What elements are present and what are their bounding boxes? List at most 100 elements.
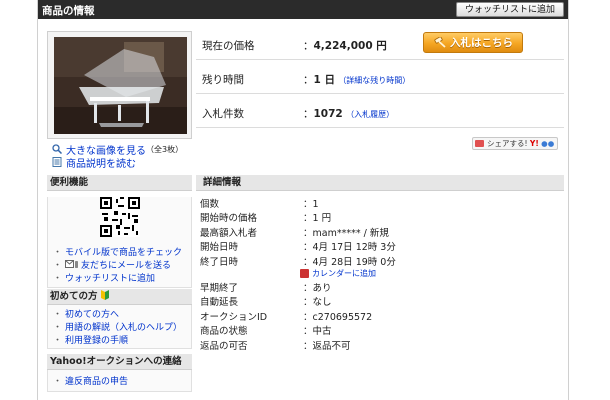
time-detail-link[interactable]: （詳細な残り時間） bbox=[338, 76, 410, 85]
detail-key: 開始日時 bbox=[200, 242, 239, 254]
contact-section: Yahoo!オークションへの連絡 ・ 違反商品の申告 bbox=[47, 354, 192, 392]
time-left-value-wrap: ：1 日 （詳細な残り時間） bbox=[303, 74, 411, 86]
price-value: 4,224,000 円 bbox=[313, 40, 387, 52]
detail-value: なし bbox=[312, 297, 332, 309]
sidebar-item-mail-friend[interactable]: ・ 友だちにメールを送る bbox=[48, 258, 191, 271]
detail-value-wrap: ：返品不可 bbox=[303, 340, 351, 352]
detail-key: 早期終了 bbox=[200, 282, 239, 294]
detail-value-wrap: ：1 円 bbox=[303, 213, 332, 225]
bullet-icon: ・ bbox=[53, 323, 63, 333]
detail-value: 1 bbox=[312, 199, 319, 210]
auction-item-panel: 商品の情報 ウォッチリストに追加 大きな画像を見る （全3枚） 商品説明を読む … bbox=[37, 0, 569, 400]
bullet-icon: ・ bbox=[53, 336, 63, 346]
calendar-icon bbox=[300, 268, 309, 278]
document-icon bbox=[52, 157, 63, 167]
description-link-row[interactable]: 商品説明を読む bbox=[52, 155, 183, 170]
contact-title: Yahoo!オークションへの連絡 bbox=[47, 354, 192, 370]
panel-title: 商品の情報 bbox=[42, 5, 95, 17]
bullet-icon: ・ bbox=[53, 310, 63, 320]
sidebar-item-label[interactable]: 利用登録の手順 bbox=[65, 333, 128, 346]
add-to-watchlist-button[interactable]: ウォッチリストに追加 bbox=[455, 2, 564, 17]
detail-row-quantity: 個数 ：1 bbox=[200, 196, 560, 210]
price-value-wrap: ：4,224,000 円 bbox=[303, 40, 387, 52]
detail-row-condition: 商品の状態 ：中古 bbox=[200, 323, 560, 337]
detail-value-wrap: ：中古 bbox=[303, 326, 332, 338]
large-image-link-row[interactable]: 大きな画像を見る （全3枚） bbox=[52, 143, 183, 157]
convenience-section: 便利機能 ・ モバイル版で商品をチェック ・ 友だちにメールを送る ・ ウォッチ… bbox=[47, 175, 192, 288]
bullet-icon: ・ bbox=[53, 377, 63, 387]
detail-value-wrap: ：4月 28日 19時 0分 bbox=[303, 256, 396, 268]
bid-button[interactable]: 入札はこちら bbox=[423, 32, 523, 53]
beginners-title-row: 初めての方 bbox=[47, 289, 192, 305]
detail-value: 4月 28日 19時 0分 bbox=[312, 256, 396, 268]
sidebar-item-label[interactable]: 違反商品の申告 bbox=[65, 374, 128, 387]
convenience-title: 便利機能 bbox=[47, 175, 192, 191]
sidebar-item-watchlist[interactable]: ・ ウォッチリストに追加 bbox=[48, 271, 191, 284]
bid-history-link[interactable]: （入札履歴） bbox=[346, 110, 394, 119]
detail-value: 中古 bbox=[312, 326, 332, 338]
add-to-calendar-link[interactable]: カレンダーに追加 bbox=[300, 268, 376, 279]
sidebar-item-glossary[interactable]: ・ 用語の解説（入札のヘルプ） bbox=[48, 320, 191, 333]
bullet-icon: ・ bbox=[53, 248, 63, 258]
price-label: 現在の価格 bbox=[202, 40, 255, 52]
sidebar-item-registration[interactable]: ・ 利用登録の手順 bbox=[48, 333, 191, 346]
sidebar-item-label[interactable]: 初めての方へ bbox=[65, 307, 119, 320]
bid-count-label: 入札件数 bbox=[202, 108, 244, 120]
sidebar-item-label[interactable]: モバイル版で商品をチェック bbox=[65, 245, 182, 258]
share-button[interactable]: シェアする! Y! ●● bbox=[472, 137, 558, 150]
detail-value: 返品不可 bbox=[312, 340, 351, 352]
summary-table: 現在の価格 ：4,224,000 円 入札はこちら 残り時間 ：1 日 （詳細な… bbox=[196, 26, 564, 128]
detail-value-wrap: ：あり bbox=[303, 282, 332, 294]
sidebar-item-report-violation[interactable]: ・ 違反商品の申告 bbox=[48, 374, 191, 387]
beginners-title: 初めての方 bbox=[50, 291, 98, 302]
time-left-row: 残り時間 ：1 日 （詳細な残り時間） bbox=[196, 60, 564, 94]
qr-code bbox=[99, 197, 140, 237]
share-label: シェアする! bbox=[487, 139, 528, 148]
product-image[interactable] bbox=[54, 37, 187, 134]
sidebar-item-label[interactable]: 友だちにメールを送る bbox=[81, 258, 171, 271]
detail-value: mam***** / 新規 bbox=[312, 227, 389, 239]
gavel-icon bbox=[433, 35, 447, 49]
detail-value: c270695572 bbox=[312, 311, 373, 323]
detail-key: 自動延長 bbox=[200, 297, 239, 309]
detail-key: 最高額入札者 bbox=[200, 227, 258, 239]
bullet-icon: ・ bbox=[53, 274, 63, 284]
contact-body: ・ 違反商品の申告 bbox=[47, 370, 192, 392]
beginner-mark-icon bbox=[100, 290, 109, 300]
detail-row-start-price: 開始時の価格 ：1 円 bbox=[200, 210, 560, 224]
bullet-icon: ・ bbox=[53, 261, 63, 271]
detail-row-start-time: 開始日時 ：4月 17日 12時 3分 bbox=[200, 239, 560, 253]
social-icons: ●● bbox=[541, 139, 555, 148]
detail-value-wrap: ：mam***** / 新規 bbox=[303, 227, 389, 239]
sidebar-item-label[interactable]: 用語の解説（入札のヘルプ） bbox=[65, 320, 182, 333]
bid-button-label: 入札はこちら bbox=[450, 37, 513, 49]
detail-key: 終了日時 bbox=[200, 256, 239, 268]
beginners-body: ・ 初めての方へ ・ 用語の解説（入札のヘルプ） ・ 利用登録の手順 bbox=[47, 305, 192, 349]
detail-key: オークションID bbox=[200, 311, 268, 323]
detail-row-top-bidder: 最高額入札者 ：mam***** / 新規 bbox=[200, 225, 560, 239]
magnifier-icon bbox=[52, 144, 63, 155]
beginners-section: 初めての方 ・ 初めての方へ ・ 用語の解説（入札のヘルプ） ・ 利用登録の手順 bbox=[47, 289, 192, 349]
detail-value: 1 円 bbox=[312, 213, 332, 225]
detail-row-end-time: 終了日時 ：4月 28日 19時 0分 bbox=[200, 254, 560, 268]
yahoo-icon: Y! bbox=[529, 139, 539, 148]
detail-row-auction-id: オークションID ：c270695572 bbox=[200, 309, 560, 323]
detail-key: 個数 bbox=[200, 199, 220, 210]
bid-count-row: 入札件数 ：1072 （入札履歴） bbox=[196, 94, 564, 128]
detail-value-wrap: ：なし bbox=[303, 297, 332, 309]
detail-key: 商品の状態 bbox=[200, 326, 248, 338]
image-links: 大きな画像を見る （全3枚） 商品説明を読む bbox=[52, 143, 183, 170]
time-left-value: 1 日 bbox=[313, 74, 335, 86]
description-link[interactable]: 商品説明を読む bbox=[66, 155, 136, 170]
sidebar-item-mobile[interactable]: ・ モバイル版で商品をチェック bbox=[48, 245, 191, 258]
product-image-frame bbox=[47, 31, 192, 139]
share-icon bbox=[475, 140, 484, 147]
detail-value-wrap: ：c270695572 bbox=[303, 311, 373, 323]
bid-count-value-wrap: ：1072 （入札履歴） bbox=[303, 108, 395, 120]
sidebar-item-label[interactable]: ウォッチリストに追加 bbox=[65, 271, 155, 284]
bid-count-value: 1072 bbox=[313, 108, 343, 120]
price-row: 現在の価格 ：4,224,000 円 入札はこちら bbox=[196, 26, 564, 60]
detail-value: 4月 17日 12時 3分 bbox=[312, 242, 396, 254]
sidebar-item-for-beginners[interactable]: ・ 初めての方へ bbox=[48, 307, 191, 320]
add-to-calendar-label[interactable]: カレンダーに追加 bbox=[312, 269, 376, 278]
